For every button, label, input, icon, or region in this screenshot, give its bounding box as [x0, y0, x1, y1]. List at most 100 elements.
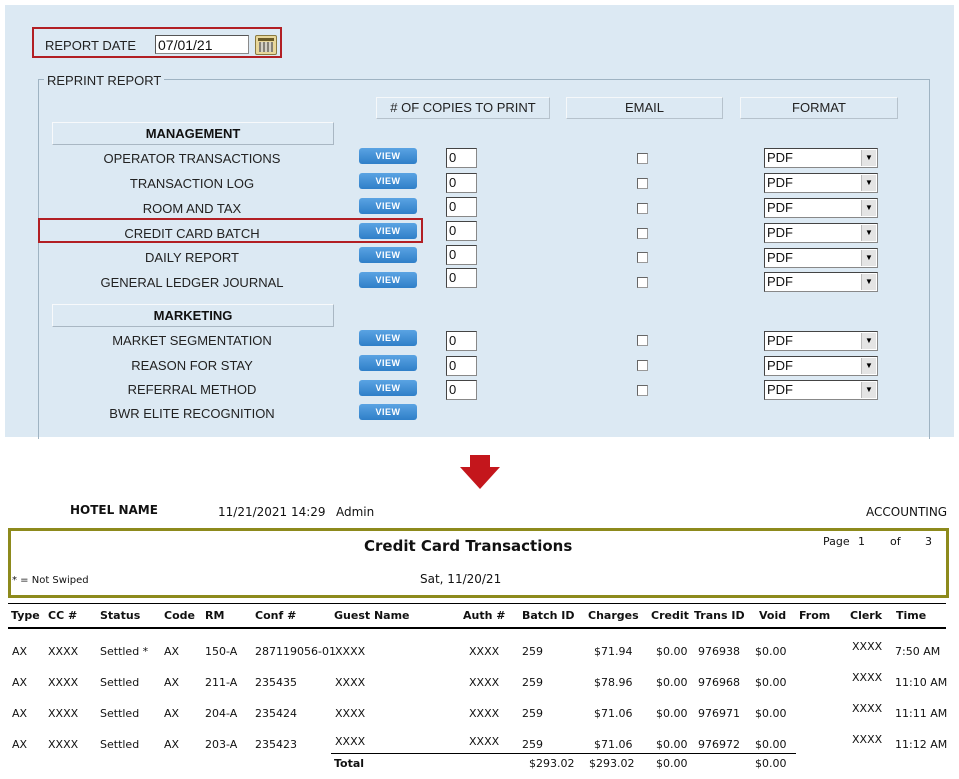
format-select-value: PDF — [767, 274, 793, 289]
report-row-label: REASON FOR STAY — [131, 358, 253, 373]
copies-input[interactable]: 0 — [446, 380, 477, 400]
view-button[interactable]: VIEW — [359, 173, 417, 189]
format-select[interactable]: PDF ▼ — [764, 198, 878, 218]
email-checkbox[interactable] — [637, 277, 648, 288]
report-row-label: OPERATOR TRANSACTIONS — [103, 151, 281, 166]
format-select[interactable]: PDF ▼ — [764, 173, 878, 193]
format-select[interactable]: PDF ▼ — [764, 356, 878, 376]
format-select[interactable]: PDF ▼ — [764, 331, 878, 351]
cell-type: AX — [12, 707, 28, 720]
total-batch: $293.02 — [529, 757, 575, 770]
cell-clerk: XXXX — [852, 733, 883, 746]
report-timestamp: 11/21/2021 14:29 — [218, 505, 326, 519]
report-department: ACCOUNTING — [866, 505, 948, 519]
chevron-down-icon[interactable]: ▼ — [861, 225, 876, 241]
cell-batch-id: 259 — [522, 738, 543, 751]
cell-guest-name: XXXX — [335, 676, 366, 689]
chevron-down-icon[interactable]: ▼ — [861, 250, 876, 266]
page-label: Page — [823, 535, 850, 548]
chevron-down-icon[interactable]: ▼ — [861, 150, 876, 166]
cell-guest-name: XXXX — [335, 735, 366, 748]
cell-status: Settled * — [100, 645, 149, 658]
chevron-down-icon[interactable]: ▼ — [861, 274, 876, 290]
copies-input[interactable]: 0 — [446, 268, 477, 288]
report-row-label: BWR ELITE RECOGNITION — [109, 406, 275, 421]
chevron-down-icon[interactable]: ▼ — [861, 333, 876, 349]
view-button[interactable]: VIEW — [359, 355, 417, 371]
page-total: 3 — [925, 535, 932, 548]
col-type: Type — [11, 609, 40, 622]
copies-input[interactable]: 0 — [446, 197, 477, 217]
col-clerk: Clerk — [850, 609, 883, 622]
total-label: Total — [334, 757, 365, 770]
cell-batch-id: 259 — [522, 676, 543, 689]
cell-batch-id: 259 — [522, 707, 543, 720]
copies-input[interactable]: 0 — [446, 356, 477, 376]
format-select[interactable]: PDF ▼ — [764, 148, 878, 168]
chevron-down-icon[interactable]: ▼ — [861, 358, 876, 374]
format-select-value: PDF — [767, 382, 793, 397]
email-checkbox[interactable] — [637, 335, 648, 346]
cell-status: Settled — [100, 707, 140, 720]
cell-charges: $71.06 — [594, 707, 633, 720]
copies-input[interactable]: 0 — [446, 173, 477, 193]
cell-code: AX — [164, 707, 180, 720]
col-void: Void — [759, 609, 787, 622]
cell-guest-name: XXXX — [335, 707, 366, 720]
cell-clerk: XXXX — [852, 640, 883, 653]
view-button[interactable]: VIEW — [359, 330, 417, 346]
not-swiped-note: * = Not Swiped — [12, 575, 89, 586]
chevron-down-icon[interactable]: ▼ — [861, 175, 876, 191]
email-checkbox[interactable] — [637, 228, 648, 239]
format-select-value: PDF — [767, 200, 793, 215]
view-button[interactable]: VIEW — [359, 148, 417, 164]
email-checkbox[interactable] — [637, 153, 648, 164]
format-select[interactable]: PDF ▼ — [764, 380, 878, 400]
cell-charges: $71.06 — [594, 738, 633, 751]
view-button[interactable]: VIEW — [359, 247, 417, 263]
view-button[interactable]: VIEW — [359, 272, 417, 288]
format-select[interactable]: PDF ▼ — [764, 248, 878, 268]
calendar-icon[interactable] — [255, 35, 277, 55]
cell-auth: XXXX — [469, 676, 500, 689]
email-checkbox[interactable] — [637, 252, 648, 263]
cell-time: 11:10 AM — [895, 676, 948, 689]
view-button[interactable]: VIEW — [359, 380, 417, 396]
view-button[interactable]: VIEW — [359, 404, 417, 420]
copies-input[interactable]: 0 — [446, 331, 477, 351]
cell-status: Settled — [100, 676, 140, 689]
cell-status: Settled — [100, 738, 140, 751]
copies-input[interactable]: 0 — [446, 221, 477, 241]
copies-input[interactable]: 0 — [446, 148, 477, 168]
format-select[interactable]: PDF ▼ — [764, 272, 878, 292]
format-select[interactable]: PDF ▼ — [764, 223, 878, 243]
cell-void: $0.00 — [755, 707, 787, 720]
view-button[interactable]: VIEW — [359, 223, 417, 239]
cell-cc: XXXX — [48, 738, 79, 751]
cell-credit: $0.00 — [656, 645, 688, 658]
cell-credit: $0.00 — [656, 676, 688, 689]
chevron-down-icon[interactable]: ▼ — [861, 200, 876, 216]
page-of-label: of — [890, 535, 901, 548]
format-select-value: PDF — [767, 225, 793, 240]
report-date-input[interactable]: 07/01/21 — [155, 35, 249, 54]
email-checkbox[interactable] — [637, 178, 648, 189]
report-row-label: GENERAL LEDGER JOURNAL — [100, 275, 284, 290]
cell-void: $0.00 — [755, 645, 787, 658]
cell-trans-id: 976972 — [698, 738, 740, 751]
view-button[interactable]: VIEW — [359, 198, 417, 214]
email-checkbox[interactable] — [637, 360, 648, 371]
report-user: Admin — [336, 505, 375, 519]
cell-conf: 287119056-01 — [255, 645, 336, 658]
cell-conf: 235423 — [255, 738, 297, 751]
col-from: From — [799, 609, 831, 622]
totals-rule — [331, 753, 796, 754]
section-marketing: MARKETING — [52, 304, 334, 327]
cell-credit: $0.00 — [656, 707, 688, 720]
copies-input[interactable]: 0 — [446, 245, 477, 265]
cell-charges: $71.94 — [594, 645, 633, 658]
email-checkbox[interactable] — [637, 385, 648, 396]
email-checkbox[interactable] — [637, 203, 648, 214]
chevron-down-icon[interactable]: ▼ — [861, 382, 876, 398]
email-column-header: EMAIL — [566, 97, 723, 119]
